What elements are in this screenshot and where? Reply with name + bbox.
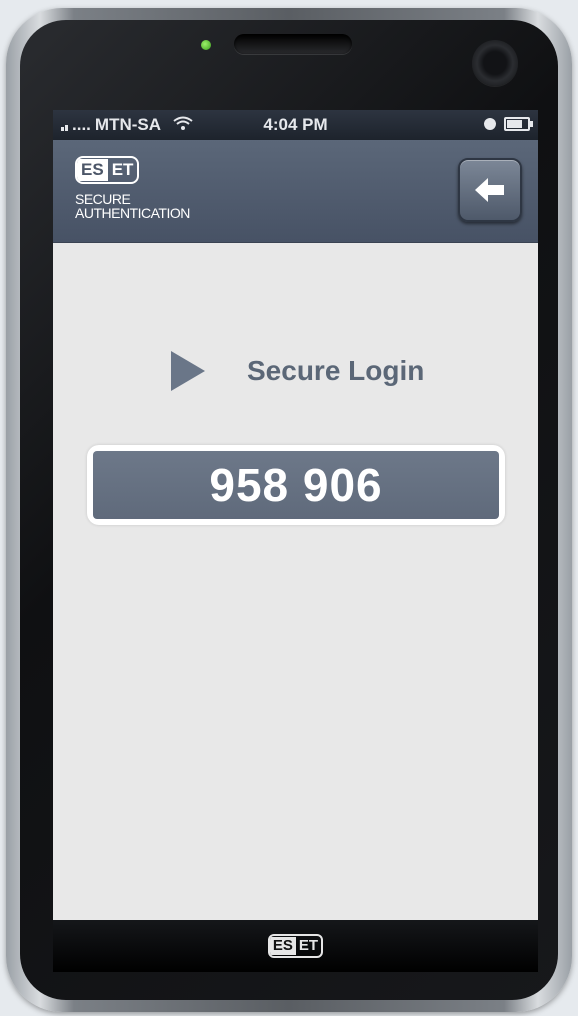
back-arrow-icon (475, 178, 504, 202)
secure-login-label: Secure Login (247, 355, 425, 386)
otp-code: 958 906 (93, 451, 499, 519)
status-time: 4:04 PM (263, 115, 328, 134)
footer-logo-es-part: ES (269, 937, 296, 955)
bottom-bar: ES ET (53, 920, 538, 972)
footer-logo-et-part: ET (298, 937, 319, 954)
status-indicators (484, 117, 533, 131)
phone-screen: .... MTN-SA 4:04 PM ES ET SECURE AUTHENT… (53, 110, 538, 972)
front-camera (472, 40, 518, 86)
back-button[interactable] (458, 158, 522, 222)
rotation-lock-icon (484, 118, 496, 130)
otp-display: 958 906 (87, 445, 505, 525)
battery-icon (504, 117, 533, 131)
earpiece-speaker (234, 34, 352, 54)
product-name: SECURE AUTHENTICATION (75, 192, 190, 220)
main-content: Secure Login 958 906 (53, 243, 538, 971)
status-bar: .... MTN-SA 4:04 PM (53, 110, 538, 140)
logo-es-part: ES (77, 159, 108, 181)
eset-logo: ES ET (75, 156, 140, 184)
play-arrow-icon (171, 351, 205, 391)
proximity-sensor-led (201, 40, 211, 50)
footer-eset-logo: ES ET (267, 934, 324, 958)
logo-et-part: ET (111, 160, 134, 179)
secure-login-heading: Secure Login (171, 351, 424, 391)
product-name-line1: SECURE (75, 191, 131, 207)
product-name-line2: AUTHENTICATION (75, 205, 190, 221)
app-header: ES ET SECURE AUTHENTICATION (53, 140, 538, 243)
